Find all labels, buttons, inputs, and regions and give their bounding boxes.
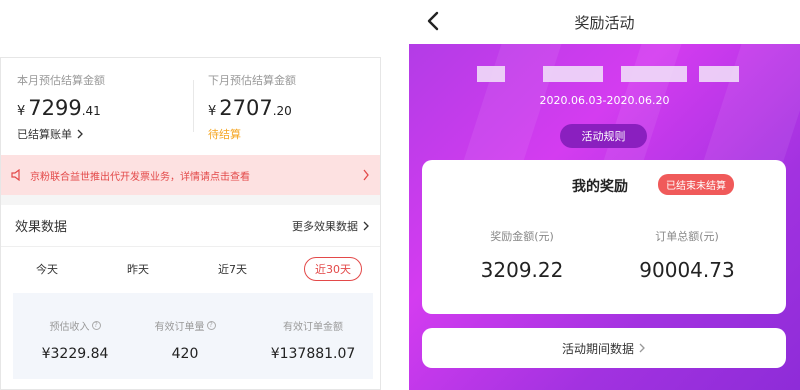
next-month-estimate: 下月预估结算金额 ¥2707.20 待结算 <box>208 72 296 142</box>
status-badge: 已结束未结算 <box>658 174 734 195</box>
period-data-label: 活动期间数据 <box>561 341 634 356</box>
blurred-activity-name <box>543 66 603 82</box>
effect-data-title: 效果数据 <box>15 220 68 235</box>
reward-activity-screen: 奖励活动 2020.06.03-2020.06.20 活动规则 我的奖励 已结束… <box>409 0 800 390</box>
tab-today[interactable]: 今天 <box>36 261 58 277</box>
stat-label: 有效订单金额 <box>283 318 343 333</box>
question-circle-icon[interactable]: ? <box>206 321 216 330</box>
activity-date-range: 2020.06.03-2020.06.20 <box>539 94 670 107</box>
reward-amount-label: 奖励金额(元) <box>490 230 554 243</box>
stat-label-text: 预估收入 <box>49 322 90 333</box>
stat-label: 有效订单量? <box>155 318 216 333</box>
stat-label-text: 有效订单量 <box>154 322 205 333</box>
stat-valid-order-amount: 有效订单金额 ¥137881.07 <box>258 315 368 362</box>
currency-symbol: ¥ <box>17 104 26 119</box>
activity-hero: 2020.06.03-2020.06.20 活动规则 我的奖励 已结束未结算 奖… <box>409 44 800 390</box>
currency-symbol: ¥ <box>208 104 217 119</box>
settled-bill-label: 已结算账单 <box>17 128 72 141</box>
earnings-panel: 本月预估结算金额 ¥7299.41 已结算账单 下月预估结算金额 ¥2707.2… <box>0 57 381 390</box>
blurred-activity-name <box>477 66 505 82</box>
tab-yesterday[interactable]: 昨天 <box>127 261 149 277</box>
effect-data-header: 效果数据 更多效果数据 <box>1 205 380 247</box>
current-month-amount: ¥7299.41 <box>17 96 105 120</box>
effect-data-section: 效果数据 更多效果数据 今天 昨天 近7天 近30天 预估收入? ¥3229.8… <box>1 205 380 389</box>
blurred-activity-name <box>699 66 739 82</box>
tab-last-7-days[interactable]: 近7天 <box>218 261 247 277</box>
chevron-right-icon <box>363 169 369 181</box>
stat-valid-orders: 有效订单量? 420 <box>145 315 225 362</box>
next-month-amount: ¥2707.20 <box>208 96 296 120</box>
amount-integer: 2707 <box>219 96 273 120</box>
chevron-right-icon <box>363 221 369 230</box>
amount-decimal: .20 <box>272 104 292 118</box>
order-total: 订单总额(元) 90004.73 <box>622 228 752 282</box>
page-title: 奖励活动 <box>574 13 635 32</box>
order-total-label: 订单总额(元) <box>655 230 719 243</box>
next-month-label: 下月预估结算金额 <box>208 74 296 87</box>
chevron-right-icon <box>77 129 83 139</box>
speaker-icon <box>11 169 20 181</box>
amount-integer: 7299 <box>28 96 82 120</box>
pending-status: 待结算 <box>208 128 241 141</box>
reward-card-title: 我的奖励 <box>572 179 628 195</box>
more-effect-data-label: 更多效果数据 <box>292 219 358 233</box>
invoice-notice-banner[interactable]: 京粉联合益世推出代开发票业务，详情请点击查看 <box>1 155 380 195</box>
stat-value: 420 <box>171 346 199 362</box>
chevron-right-icon <box>639 343 645 353</box>
question-circle-icon[interactable]: ? <box>91 321 101 330</box>
back-arrow-icon[interactable] <box>423 10 445 32</box>
notice-text: 京粉联合益世推出代开发票业务，详情请点击查看 <box>30 171 250 183</box>
blurred-activity-name <box>621 66 687 82</box>
order-total-value: 90004.73 <box>639 258 735 282</box>
current-month-estimate: 本月预估结算金额 ¥7299.41 已结算账单 <box>17 72 105 142</box>
activity-rules-button[interactable]: 活动规则 <box>560 124 647 148</box>
effect-stats-panel: 预估收入? ¥3229.84 有效订单量? 420 有效订单金额 ¥137881… <box>13 293 373 379</box>
activity-period-data-button[interactable]: 活动期间数据 <box>422 328 786 368</box>
tab-last-30-days[interactable]: 近30天 <box>304 257 362 281</box>
reward-amount-value: 3209.22 <box>480 258 564 282</box>
reward-amount: 奖励金额(元) 3209.22 <box>462 228 582 282</box>
my-reward-card: 我的奖励 已结束未结算 奖励金额(元) 3209.22 订单总额(元) 9000… <box>422 160 786 314</box>
stat-label-text: 有效订单金额 <box>283 322 343 333</box>
stat-label: 预估收入? <box>50 318 101 333</box>
divider <box>193 80 194 132</box>
settled-bill-link[interactable]: 已结算账单 <box>17 126 105 142</box>
stat-value: ¥137881.07 <box>270 346 356 362</box>
more-effect-data-link[interactable]: 更多效果数据 <box>292 218 370 234</box>
navigation-bar: 奖励活动 <box>409 0 800 44</box>
current-month-label: 本月预估结算金额 <box>17 74 105 87</box>
amount-decimal: .41 <box>81 104 101 118</box>
date-range-tabs: 今天 昨天 近7天 近30天 <box>1 247 380 293</box>
stat-value: ¥3229.84 <box>41 346 109 362</box>
stat-estimated-income: 预估收入? ¥3229.84 <box>35 315 115 362</box>
earnings-summary: 本月预估结算金额 ¥7299.41 已结算账单 下月预估结算金额 ¥2707.2… <box>1 58 380 155</box>
